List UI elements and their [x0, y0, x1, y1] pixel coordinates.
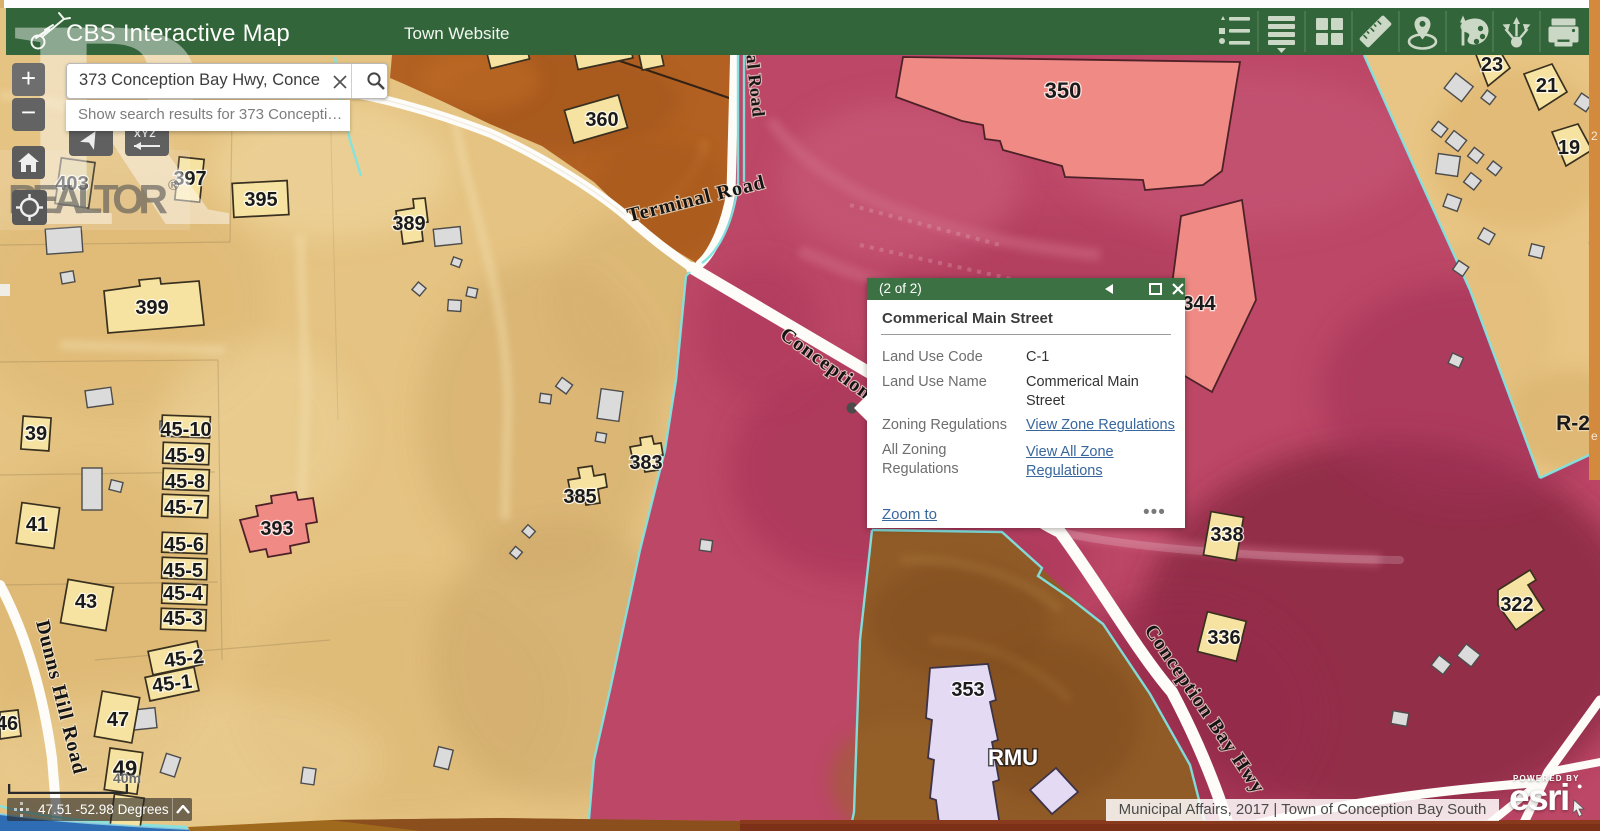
svg-text:43: 43 [75, 591, 97, 613]
svg-text:322: 322 [1500, 594, 1533, 616]
svg-text:45-6: 45-6 [164, 534, 204, 556]
svg-text:21: 21 [1536, 75, 1558, 97]
svg-text:403: 403 [55, 173, 88, 195]
svg-text:399: 399 [135, 297, 168, 319]
svg-text:45-8: 45-8 [165, 471, 205, 493]
svg-text:350: 350 [1045, 78, 1082, 103]
svg-text:393: 393 [260, 518, 293, 540]
svg-text:360: 360 [585, 109, 618, 131]
svg-text:45-3: 45-3 [163, 608, 203, 630]
svg-text:RMU: RMU [988, 745, 1038, 770]
svg-text:39: 39 [25, 423, 47, 445]
svg-text:R-2: R-2 [1556, 412, 1590, 435]
svg-text:45-10: 45-10 [160, 419, 211, 441]
svg-text:e: e [1591, 429, 1598, 443]
svg-text:353: 353 [951, 679, 984, 701]
svg-text:395: 395 [244, 189, 277, 211]
svg-text:397: 397 [173, 168, 206, 190]
svg-text:45-4: 45-4 [163, 583, 204, 605]
svg-text:45-7: 45-7 [164, 497, 204, 519]
svg-text:47: 47 [107, 709, 129, 731]
svg-text:383: 383 [629, 452, 662, 474]
svg-text:338: 338 [1210, 524, 1243, 546]
svg-text:41: 41 [26, 514, 48, 536]
svg-text:389: 389 [392, 213, 425, 235]
svg-text:19: 19 [1558, 137, 1580, 159]
svg-text:2: 2 [1591, 129, 1598, 143]
svg-text:336: 336 [1207, 627, 1240, 649]
svg-text:385: 385 [563, 486, 596, 508]
svg-text:23: 23 [1481, 54, 1503, 76]
svg-text:45-5: 45-5 [163, 560, 203, 582]
svg-text:344: 344 [1182, 293, 1216, 315]
svg-text:46: 46 [0, 713, 18, 735]
svg-text:45-9: 45-9 [165, 445, 205, 467]
